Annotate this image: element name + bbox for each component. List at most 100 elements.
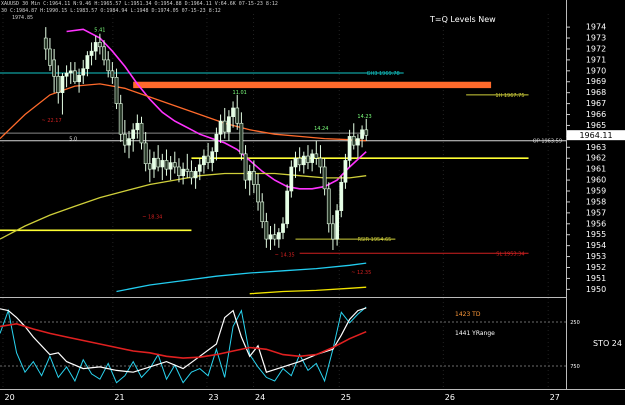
price-tick-label: 1953 — [586, 252, 606, 261]
price-tick-label: 1950 — [586, 285, 606, 294]
price-tick-label: 1966 — [586, 110, 606, 119]
candle-body — [110, 70, 115, 78]
price-tick-label: 1973 — [586, 34, 606, 43]
price-chart[interactable]: 1974 19731972 1971 1970 1969 1968 1967 1966 1965… — [0, 0, 625, 405]
candle-body — [181, 168, 185, 177]
candle-body — [189, 171, 194, 179]
candle-body — [56, 75, 61, 93]
candle-body — [272, 234, 277, 240]
price-tick-label: 1970 — [586, 66, 606, 75]
candle-body — [106, 59, 111, 72]
oscillator-tick-label: 250 — [570, 320, 580, 326]
price-annotation: ~ 14.35 — [275, 253, 295, 259]
candle-body — [202, 155, 206, 166]
candle-body — [177, 166, 181, 177]
candle-body — [364, 129, 369, 136]
price-annotation: ~ 22.17 — [42, 118, 62, 124]
level-label: GH3 1969.78 — [367, 71, 400, 77]
price-tick-label: 1959 — [586, 187, 606, 196]
candle-body — [172, 162, 177, 168]
candle-body — [293, 157, 298, 168]
time-axis-label: 25 — [341, 393, 351, 402]
indicator-label-yrange: 1441 YRange — [455, 330, 495, 337]
candle-body — [135, 122, 140, 131]
price-tick-label: 1954 — [586, 241, 606, 250]
candle-body — [239, 122, 244, 155]
candle-body — [152, 157, 156, 170]
candle-body — [206, 155, 210, 163]
level-label: SL 1953.34 — [496, 251, 524, 257]
candle-body — [164, 160, 169, 170]
candle-body — [139, 122, 144, 144]
level-band — [133, 81, 492, 89]
candle-body — [89, 50, 94, 56]
price-tick-label: 1968 — [586, 88, 606, 97]
candle-body — [160, 160, 165, 168]
header-line-3: 1974.85 — [12, 15, 34, 21]
candle-body — [297, 157, 302, 166]
level-label: 1H 1967.75 — [495, 93, 524, 99]
candle-body — [285, 190, 290, 225]
time-axis-label: 26 — [445, 393, 455, 402]
candle-body — [43, 37, 48, 50]
candle-body — [281, 223, 285, 233]
price-tick-label: 1965 — [586, 121, 606, 130]
candle-body — [310, 153, 315, 163]
price-annotation: 14.23 — [357, 114, 371, 120]
candle-body — [127, 138, 131, 146]
candle-body — [231, 107, 235, 118]
candle-body — [289, 166, 294, 192]
candle-body — [256, 184, 260, 203]
candle-body — [131, 129, 136, 139]
candle-body — [102, 46, 106, 61]
candle-body — [306, 155, 310, 163]
candle-body — [156, 157, 161, 168]
current-price-label: 1964.11 — [579, 131, 612, 140]
price-tick-label: 1961 — [586, 165, 606, 174]
time-axis-label: 27 — [550, 393, 560, 402]
price-tick-label: 1972 — [586, 44, 606, 53]
candle-body — [68, 70, 73, 74]
time-axis-label: 20 — [4, 393, 14, 402]
price-tick-label: 1955 — [586, 230, 606, 239]
indicator-label-td: 1423 TD — [455, 311, 481, 318]
header-line-2: 30 C:1984.87 H:1990.15 L:1983.57 O:1984.… — [1, 8, 221, 14]
chart-title: T=Q Levels New — [430, 15, 496, 24]
price-tick-label: 1969 — [586, 77, 606, 86]
price-annotation: 5.0 — [69, 137, 77, 143]
price-tick-label: 1957 — [586, 208, 606, 217]
candle-body — [326, 188, 331, 225]
candle-body — [314, 153, 319, 159]
candle-body — [356, 138, 360, 146]
candle-body — [48, 48, 52, 66]
candle-body — [318, 157, 323, 168]
time-axis-label: 21 — [114, 393, 124, 402]
candle-body — [331, 223, 335, 240]
price-tick-label: 1956 — [586, 219, 606, 228]
candle-body — [93, 42, 98, 52]
candle-body — [77, 74, 81, 83]
candle-body — [339, 181, 344, 211]
candle-body — [168, 162, 173, 170]
time-axis-label: 24 — [255, 393, 265, 402]
candle-body — [64, 72, 69, 77]
price-tick-label: 1967 — [586, 99, 606, 108]
candle-body — [360, 129, 364, 139]
level-label: RSIR 1954.65 — [357, 237, 391, 243]
price-tick-label: 1974 — [586, 23, 606, 32]
candle-body — [122, 133, 127, 146]
candle-body — [147, 163, 152, 170]
candle-body — [98, 42, 102, 48]
candle-body — [60, 75, 65, 93]
price-annotation: ~ 12.35 — [351, 270, 371, 276]
candle-body — [185, 168, 190, 172]
candle-body — [235, 107, 240, 124]
candle-body — [214, 133, 219, 152]
candle-body — [73, 70, 77, 83]
candle-body — [52, 59, 56, 77]
candle-body — [81, 68, 86, 76]
price-annotation: ~ 18.34 — [142, 214, 162, 220]
price-tick-label: 1963 — [586, 143, 606, 152]
candle-body — [264, 221, 269, 240]
price-tick-label: 1952 — [586, 263, 606, 272]
